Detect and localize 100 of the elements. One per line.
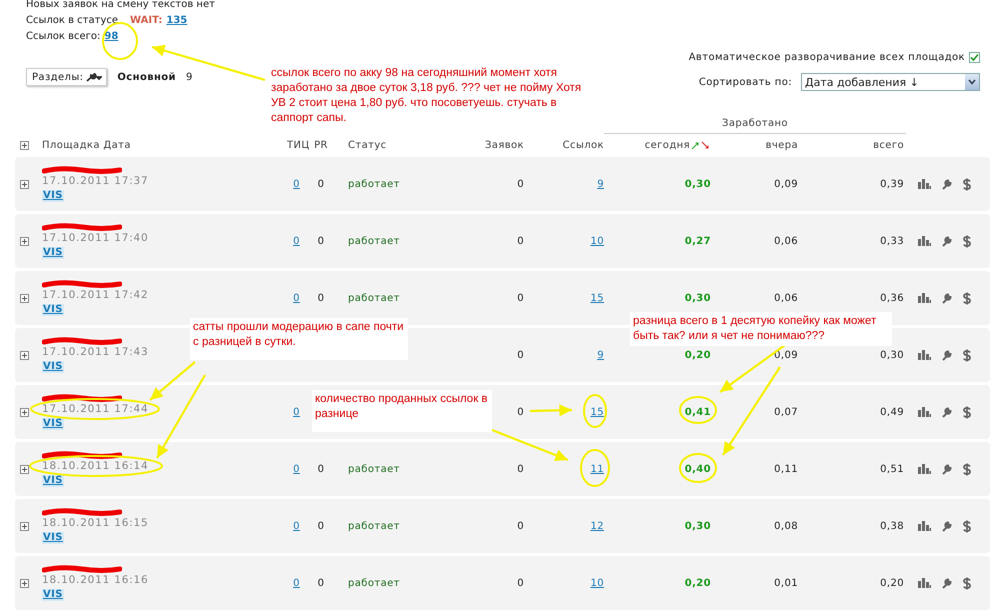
today-earned: 0,30 [684,520,711,532]
status-text: работает [347,178,401,190]
tag-link[interactable]: VIS [42,247,64,259]
no-requests-text: Новых заявок на смену текстов нет [26,0,215,12]
tic-link[interactable]: 0 [287,178,306,190]
requests-count: 0 [516,406,524,418]
tag-link[interactable]: VIS [42,532,64,544]
column-header: Ссылок [562,140,604,150]
total-count-link[interactable]: 98 [104,29,118,45]
bar-chart-icon[interactable] [918,521,931,531]
sort-select[interactable]: Дата добавления ↓ [801,73,980,91]
total-earned: 0,20 [879,578,905,588]
dollar-icon[interactable] [963,234,971,248]
total-earned: 0,51 [879,464,905,474]
pr-value: 0 [316,520,326,532]
links-count-link[interactable]: 10 [590,236,604,246]
tag-link[interactable]: VIS [42,475,64,487]
links-count-link[interactable]: 11 [590,464,604,474]
wrench-icon[interactable] [942,236,952,246]
tag-link[interactable]: VIS [42,304,64,316]
total-earned: 0,49 [879,406,905,418]
column-header: Площадка Дата [42,140,132,150]
expand-icon[interactable] [20,408,29,416]
status-text: работает [347,520,401,532]
wait-status: WAIT: [130,14,162,28]
yesterday-earned: 0,07 [773,406,798,418]
links-count-link[interactable]: 10 [590,578,604,588]
column-header: вчера [764,140,798,150]
wrench-icon[interactable] [942,350,952,360]
yesterday-earned: 0,06 [773,236,798,246]
total-label: Ссылок всего: [26,30,100,44]
bar-chart-icon[interactable] [918,464,931,474]
wrench-icon [86,72,102,82]
dollar-icon[interactable] [963,406,971,418]
sections-button[interactable]: Разделы: [26,68,108,86]
wrench-icon[interactable] [942,292,952,304]
added-date: 17.10.2011 17:43 [42,346,149,358]
column-header: всего [872,140,905,150]
dollar-icon[interactable] [963,576,971,590]
tic-link[interactable]: 0 [287,406,306,418]
wrench-icon[interactable] [942,464,952,474]
dollar-icon[interactable] [963,348,971,362]
tag-link[interactable]: VIS [42,190,64,202]
added-date: 18.10.2011 16:15 [42,517,149,529]
expand-icon[interactable] [20,294,29,302]
dollar-icon[interactable] [963,520,971,532]
auto-expand-checkbox[interactable] [969,52,980,63]
wrench-icon[interactable] [942,178,952,190]
dollar-icon[interactable] [963,462,971,476]
expand-icon[interactable] [20,522,29,530]
expand-icon[interactable] [20,236,29,246]
bar-chart-icon[interactable] [918,293,931,303]
added-date: 17.10.2011 17:44 [42,403,149,415]
today-earned: 0,30 [684,178,711,190]
requests-count: 0 [516,178,524,190]
expand-icon[interactable] [20,578,29,588]
dollar-icon[interactable] [963,292,971,304]
sort-arrows-icon[interactable] [691,140,711,150]
tag-link[interactable]: VIS [42,589,64,601]
annotation-note: разница всего в 1 десятую копейку как может быть так? или я чет не понимаю??? [630,312,892,346]
pr-value: 0 [316,292,326,304]
expand-icon[interactable] [20,464,29,474]
yesterday-earned: 0,01 [773,578,798,588]
expand-all-icon[interactable] [20,140,29,150]
requests-count: 0 [516,464,524,474]
status-text: работает [347,292,401,304]
bar-chart-icon[interactable] [918,179,931,189]
dollar-icon[interactable] [963,178,971,190]
links-count-link[interactable]: 9 [597,350,604,360]
wait-count-link[interactable]: 135 [166,13,188,29]
added-date: 17.10.2011 17:42 [42,289,149,301]
tic-link[interactable]: 0 [287,292,306,304]
bar-chart-icon[interactable] [918,407,931,417]
wrench-icon[interactable] [942,520,952,532]
annotation-arrow [530,404,572,416]
highlight-ellipse [679,396,717,424]
tic-link[interactable]: 0 [287,578,306,588]
column-header: PR [313,140,329,150]
links-count-link[interactable]: 15 [590,292,604,304]
links-count-link[interactable]: 9 [597,178,604,190]
earned-group-header: Заработано [604,114,906,134]
wrench-icon[interactable] [942,578,952,588]
tic-link[interactable]: 0 [287,236,306,246]
today-earned: 0,20 [684,578,711,588]
bar-chart-icon[interactable] [918,236,931,246]
links-count-link[interactable]: 12 [590,520,604,532]
highlight-ellipse [583,394,607,428]
expand-icon[interactable] [20,180,29,188]
tic-link[interactable]: 0 [287,520,306,532]
current-section: Основной [117,72,176,82]
tag-link[interactable]: VIS [42,418,64,430]
added-date: 18.10.2011 16:16 [42,574,149,586]
expand-icon[interactable] [20,350,29,360]
tic-link[interactable]: 0 [287,464,306,474]
bar-chart-icon[interactable] [918,350,931,360]
wrench-icon[interactable] [942,406,952,418]
links-count-link[interactable]: 15 [590,406,604,418]
bar-chart-icon[interactable] [918,578,931,588]
pr-value: 0 [316,178,326,190]
tag-link[interactable]: VIS [42,361,64,373]
